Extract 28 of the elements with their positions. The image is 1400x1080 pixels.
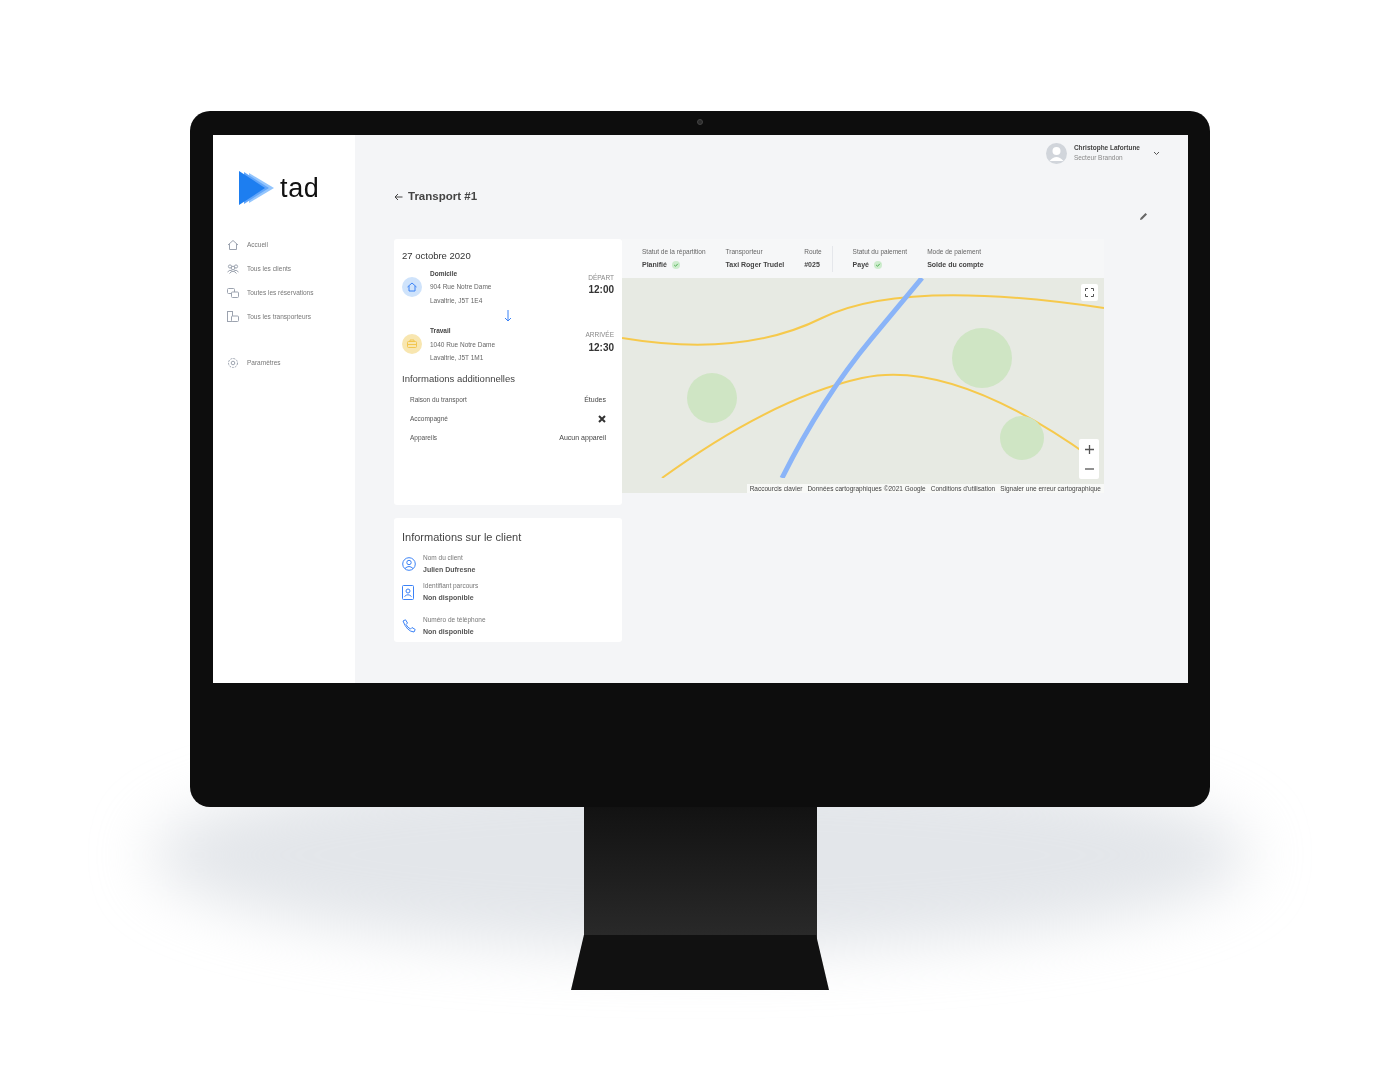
section-title: Informations sur le client xyxy=(402,530,523,546)
house-icon xyxy=(402,276,422,297)
down-arrow-icon xyxy=(504,309,512,322)
camera-icon xyxy=(697,119,703,125)
user-circle-icon xyxy=(402,556,416,571)
stop-time: 12:00 xyxy=(588,283,614,298)
page-title: Transport #1 xyxy=(408,189,478,204)
briefcase-icon xyxy=(402,333,422,354)
plus-icon xyxy=(1084,444,1094,454)
home-icon xyxy=(227,239,239,250)
contact-card-icon xyxy=(402,584,415,600)
fullscreen-button[interactable] xyxy=(1081,284,1098,302)
avatar-icon xyxy=(1045,142,1067,164)
section-title: Informations additionnelles xyxy=(402,372,516,386)
logo-icon xyxy=(239,171,274,205)
logo-text: tad xyxy=(280,174,320,202)
minus-icon xyxy=(1084,468,1094,471)
phone-icon xyxy=(402,619,416,634)
chevron-down-icon[interactable] xyxy=(1153,150,1160,156)
fullscreen-icon xyxy=(1085,288,1094,298)
stop-time: 12:30 xyxy=(588,340,614,355)
trip-date: 27 octobre 2020 xyxy=(402,249,472,264)
gear-icon xyxy=(227,356,239,369)
back-arrow-icon[interactable] xyxy=(394,192,403,201)
pencil-icon[interactable] xyxy=(1139,212,1148,222)
building-car-icon xyxy=(227,311,239,322)
cars-icon xyxy=(227,287,239,298)
people-icon xyxy=(227,263,239,274)
